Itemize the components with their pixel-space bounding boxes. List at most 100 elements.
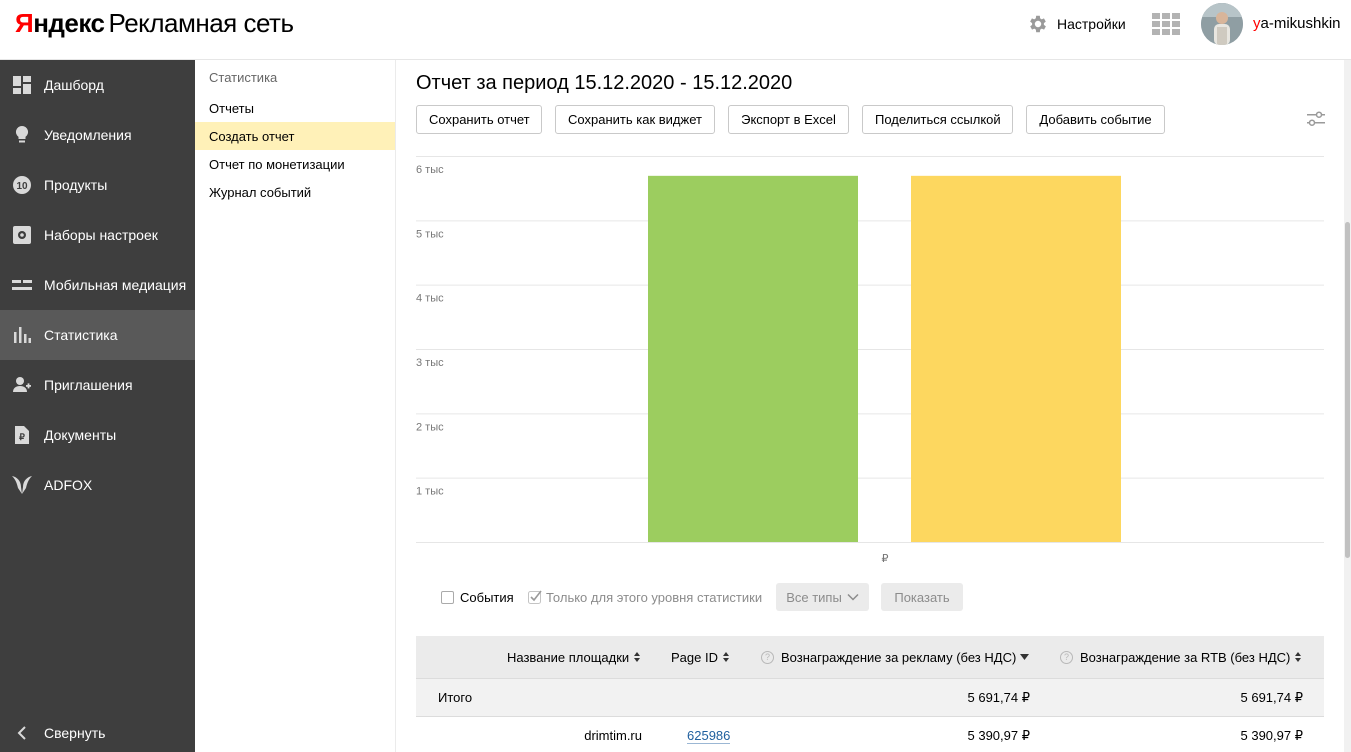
event-types-label: Все типы — [786, 589, 842, 605]
y-tick-label: 4 тыс — [416, 293, 444, 305]
show-label: Показать — [894, 589, 950, 605]
table-total-row: Итого 5 691,74 ₽ 5 691,74 ₽ — [416, 678, 1324, 716]
username-rest: a-mikushkin — [1260, 15, 1341, 32]
chart-bar[interactable] — [648, 175, 858, 542]
add-event-button[interactable]: Добавить событие — [1026, 105, 1165, 134]
y-tick-label: 6 тыс — [416, 164, 444, 176]
level-only-checkbox[interactable]: Только для этого уровня статистики — [528, 583, 762, 611]
caret-down-icon — [1020, 654, 1030, 660]
adfox-icon — [0, 460, 44, 510]
page-id-link[interactable]: 625986 — [687, 728, 731, 744]
top-header: Яндекс Рекламная сеть Настройки ya-mikush… — [0, 0, 1351, 60]
sidebar-item-dashboard[interactable]: Дашборд — [0, 60, 195, 110]
y-tick-label: 5 тыс — [416, 228, 444, 240]
submenu-item-event-log[interactable]: Журнал событий — [195, 178, 395, 206]
sliders-icon[interactable] — [1306, 110, 1326, 128]
checkmark-icon — [528, 590, 542, 604]
table-row: drimtim.ru 625986 5 390,97 ₽ 5 390,97 ₽ — [416, 716, 1324, 752]
save-as-widget-button[interactable]: Сохранить как виджет — [555, 105, 715, 134]
sidebar-item-label: ADFOX — [44, 477, 93, 493]
sidebar-item-documents[interactable]: ₽ Документы — [0, 410, 195, 460]
sidebar-item-label: Приглашения — [44, 377, 133, 393]
sidebar-item-label: Мобильная медиация — [44, 277, 187, 293]
settings-set-icon — [0, 210, 44, 260]
avatar-photo — [1201, 3, 1243, 45]
page-title: Отчет за период 15.12.2020 - 15.12.2020 — [416, 72, 793, 94]
submenu-title: Статистика — [209, 70, 278, 85]
total-reward-rtb: 5 691,74 ₽ — [1240, 689, 1304, 705]
sidebar-item-adfox[interactable]: ADFOX — [0, 460, 195, 510]
settings-label: Настройки — [1057, 16, 1126, 32]
cell-reward-rtb: 5 390,97 ₽ — [1240, 727, 1304, 743]
total-reward-ads: 5 691,74 ₽ — [967, 689, 1031, 705]
sidebar-item-notifications[interactable]: Уведомления — [0, 110, 195, 160]
bulb-icon — [0, 110, 44, 160]
main-sidebar: Дашборд Уведомления 10 Продукты Наборы н… — [0, 60, 195, 752]
scrollbar-thumb[interactable] — [1345, 222, 1350, 558]
column-header-reward-rtb-label: Вознаграждение за RTB (без НДС) — [1080, 649, 1291, 665]
column-header-site[interactable]: Название площадки — [507, 636, 641, 678]
events-checkbox[interactable]: События — [441, 583, 514, 611]
column-header-site-label: Название площадки — [507, 649, 630, 665]
cell-reward-ads: 5 390,97 ₽ — [967, 727, 1031, 743]
level-only-label: Только для этого уровня статистики — [546, 589, 763, 605]
bar-chart: 1 тыс 2 тыс 3 тыс 4 тыс 5 тыс 6 тыс ₽ — [416, 156, 1324, 565]
submenu-item-create-report[interactable]: Создать отчет — [195, 122, 395, 150]
cell-site: drimtim.ru — [584, 728, 642, 743]
help-icon[interactable]: ? — [1060, 650, 1073, 664]
sort-icon — [1295, 652, 1302, 662]
export-excel-button[interactable]: Экспорт в Excel — [728, 105, 849, 134]
sidebar-item-label: Наборы настроек — [44, 227, 158, 243]
chevron-left-icon — [0, 708, 44, 752]
events-checkbox-box[interactable] — [441, 590, 454, 604]
collapse-label: Свернуть — [44, 725, 106, 741]
sidebar-item-label: Документы — [44, 427, 117, 443]
submenu-item-reports[interactable]: Отчеты — [195, 94, 395, 122]
document-icon: ₽ — [0, 410, 44, 460]
sidebar-item-label: Продукты — [44, 177, 108, 193]
yandex-logo[interactable]: Яндекс Рекламная сеть — [15, 8, 294, 38]
sidebar-item-products[interactable]: 10 Продукты — [0, 160, 195, 210]
gear-icon — [1030, 15, 1046, 33]
products-icon: 10 — [0, 160, 44, 210]
stats-icon — [0, 310, 44, 360]
chart-bar[interactable] — [911, 175, 1121, 542]
sidebar-item-mobile-mediation[interactable]: Мобильная медиация — [0, 260, 195, 310]
username[interactable]: ya-mikushkin — [1253, 15, 1341, 32]
sidebar-item-label: Уведомления — [44, 127, 132, 143]
sidebar-item-setting-sets[interactable]: Наборы настроек — [0, 210, 195, 260]
column-header-page-id[interactable]: Page ID — [671, 636, 730, 678]
help-icon[interactable]: ? — [761, 650, 774, 664]
share-link-button[interactable]: Поделиться ссылкой — [862, 105, 1013, 134]
y-tick-label: 1 тыс — [416, 486, 444, 498]
chevron-down-icon — [847, 593, 859, 601]
dashboard-icon — [0, 60, 44, 110]
column-header-reward-rtb[interactable]: ? Вознаграждение за RTB (без НДС) — [1060, 636, 1302, 678]
table-header: Название площадки Page ID ? Вознагражден… — [416, 636, 1324, 678]
cell-page-id[interactable]: 625986 — [687, 717, 731, 752]
event-types-select[interactable]: Все типы — [776, 583, 869, 611]
column-header-reward-ads[interactable]: ? Вознаграждение за рекламу (без НДС) — [761, 636, 1030, 678]
y-tick-label: 3 тыс — [416, 357, 444, 369]
username-first-letter: y — [1253, 15, 1261, 32]
x-axis-label: ₽ — [882, 553, 889, 565]
user-avatar[interactable] — [1201, 3, 1243, 45]
settings-link[interactable]: Настройки — [1027, 12, 1126, 36]
y-tick-label: 2 тыс — [416, 421, 444, 433]
sidebar-item-invitations[interactable]: Приглашения — [0, 360, 195, 410]
sidebar-item-statistics[interactable]: Статистика — [0, 310, 195, 360]
sidebar-item-label: Статистика — [44, 327, 118, 343]
submenu-item-monetization-report[interactable]: Отчет по монетизации — [195, 150, 395, 178]
sort-icon — [634, 652, 641, 662]
save-report-button[interactable]: Сохранить отчет — [416, 105, 542, 134]
sort-icon — [722, 652, 729, 662]
total-label: Итого — [438, 690, 473, 705]
logo-word: ндекс — [33, 8, 105, 38]
show-button[interactable]: Показать — [881, 583, 963, 611]
products-badge: 10 — [16, 181, 28, 192]
sidebar-item-label: Дашборд — [44, 77, 104, 93]
apps-grid-icon[interactable] — [1152, 13, 1180, 35]
logo-letter: Я — [15, 8, 34, 38]
column-header-reward-ads-label: Вознаграждение за рекламу (без НДС) — [781, 649, 1017, 665]
sidebar-collapse-button[interactable]: Свернуть — [0, 708, 195, 752]
